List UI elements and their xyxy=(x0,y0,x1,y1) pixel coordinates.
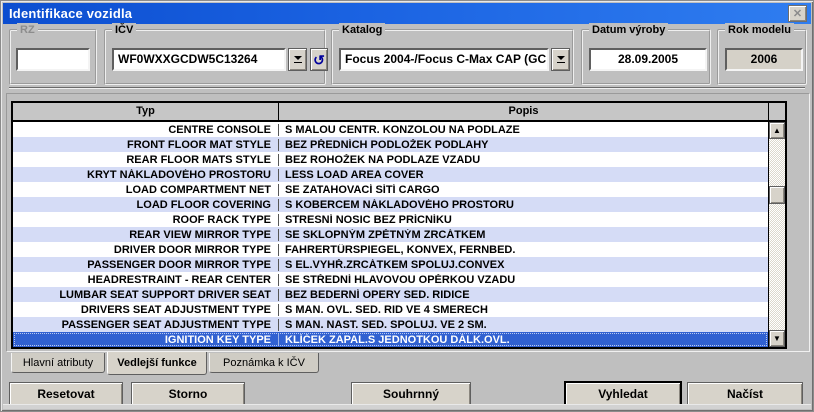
attributes-table: Typ Popis CENTRE CONSOLES MALOU CENTR. K… xyxy=(11,101,787,349)
window-title: Identifikace vozidla xyxy=(9,6,132,21)
cell-popis: S MALOU CENTR. KONZOLOU NA PODLAZE xyxy=(279,124,768,136)
icv-input[interactable]: WF0WXXGCDW5C13264 xyxy=(112,48,286,71)
cell-popis: SE STŘEDNÍ HLAVOVOU OPĚRKOU VZADU xyxy=(279,274,768,286)
cell-typ: LOAD COMPARTMENT NET xyxy=(13,184,279,196)
cell-popis: SE ZATAHOVACÍ SÍTÍ CARGO xyxy=(279,184,768,196)
table-row[interactable]: HEADRESTRAINT - REAR CENTERSE STŘEDNÍ HL… xyxy=(13,272,768,287)
cell-typ: REAR VIEW MIRROR TYPE xyxy=(13,229,279,241)
table-row[interactable]: REAR VIEW MIRROR TYPESE SKLOPNÝM ZPĚTNÝM… xyxy=(13,227,768,242)
nacist-button[interactable]: Načíst xyxy=(687,382,803,406)
souhrnny-button[interactable]: Souhrnný xyxy=(351,382,471,406)
datum-vyroby-groupbox: Datum výroby 28.09.2005 xyxy=(581,29,711,85)
table-row[interactable]: LUMBAR SEAT SUPPORT DRIVER SEATBEZ BEDER… xyxy=(13,287,768,302)
cell-popis: S MAN. NAST. SED. SPOLUJ. VE 2 SM. xyxy=(279,319,768,331)
scrollbar-thumb[interactable] xyxy=(769,186,785,204)
scroll-up-button[interactable]: ▲ xyxy=(769,122,785,139)
cell-popis: LESS LOAD AREA COVER xyxy=(279,169,768,181)
table-row[interactable]: FRONT FLOOR MAT STYLEBEZ PŘEDNÍCH PODLOŽ… xyxy=(13,137,768,152)
cell-typ: FRONT FLOOR MAT STYLE xyxy=(13,139,279,151)
title-bar[interactable]: Identifikace vozidla ✕ xyxy=(3,3,811,24)
katalog-groupbox: Katalog Focus 2004-/Focus C-Max CAP (GC xyxy=(331,29,574,85)
dropdown-underline-icon xyxy=(557,62,565,63)
cell-popis: SE SKLOPNÝM ZPĚTNÝM ZRCÁTKEM xyxy=(279,229,768,241)
separator-line xyxy=(9,87,805,89)
cell-popis: S MAN. OVL. SED. RID VE 4 SMERECH xyxy=(279,304,768,316)
datum-vyroby-label: Datum výroby xyxy=(589,23,668,37)
cell-popis: BEZ BEDERNÍ OPERY SED. RIDICE xyxy=(279,289,768,301)
table-row[interactable]: DRIVERS SEAT ADJUSTMENT TYPES MAN. OVL. … xyxy=(13,302,768,317)
close-button[interactable]: ✕ xyxy=(788,5,807,22)
katalog-combobox[interactable]: Focus 2004-/Focus C-Max CAP (GC xyxy=(339,48,549,71)
table-row[interactable]: REAR FLOOR MATS STYLEBEZ ROHOŽEK NA PODL… xyxy=(13,152,768,167)
rok-modelu-value: 2006 xyxy=(725,48,803,71)
katalog-label: Katalog xyxy=(339,23,385,37)
table-row[interactable]: KRYT NÁKLADOVÉHO PROSTORULESS LOAD AREA … xyxy=(13,167,768,182)
scroll-up-icon: ▲ xyxy=(773,126,781,135)
cell-typ: PASSENGER SEAT ADJUSTMENT TYPE xyxy=(13,319,279,331)
table-row[interactable]: PASSENGER DOOR MIRROR TYPES EL.VYHŘ.ZRCÁ… xyxy=(13,257,768,272)
cell-typ: CENTRE CONSOLE xyxy=(13,124,279,136)
katalog-dropdown-button[interactable] xyxy=(551,48,570,71)
undo-icon: ↺ xyxy=(313,53,325,67)
cell-popis: KLÍČEK ZAPAL.S JEDNOTKOU DÁLK.OVL. xyxy=(279,334,768,346)
column-header-popis[interactable]: Popis xyxy=(279,103,768,120)
tab-poznamka-k-icv[interactable]: Poznámka k IČV xyxy=(209,353,319,373)
resetovat-button[interactable]: Resetovat xyxy=(9,382,123,406)
tab-hlavni-atributy[interactable]: Hlavní atributy xyxy=(11,353,105,373)
icv-dropdown-button[interactable] xyxy=(288,48,307,71)
icv-label: IČV xyxy=(112,23,136,37)
rok-modelu-label: Rok modelu xyxy=(725,23,794,37)
close-icon: ✕ xyxy=(793,7,802,20)
cell-typ: IGNITION KEY TYPE xyxy=(13,334,279,346)
rz-groupbox: RZ xyxy=(9,29,97,85)
table-body: CENTRE CONSOLES MALOU CENTR. KONZOLOU NA… xyxy=(13,122,768,347)
cell-typ: ROOF RACK TYPE xyxy=(13,214,279,226)
cell-typ: LOAD FLOOR COVERING xyxy=(13,199,279,211)
cell-popis: STRESNÍ NOSIC BEZ PRÍCNÍKU xyxy=(279,214,768,226)
datum-vyroby-input[interactable]: 28.09.2005 xyxy=(589,48,707,71)
table-row[interactable]: LOAD COMPARTMENT NETSE ZATAHOVACÍ SÍTÍ C… xyxy=(13,182,768,197)
scroll-down-button[interactable]: ▼ xyxy=(769,330,785,347)
table-row[interactable]: LOAD FLOOR COVERINGS KOBERCEM NÁKLADOVÉH… xyxy=(13,197,768,212)
vertical-scrollbar[interactable]: ▲ ▼ xyxy=(768,122,785,347)
table-row[interactable]: ROOF RACK TYPESTRESNÍ NOSIC BEZ PRÍCNÍKU xyxy=(13,212,768,227)
cell-typ: DRIVERS SEAT ADJUSTMENT TYPE xyxy=(13,304,279,316)
table-row[interactable]: IGNITION KEY TYPEKLÍČEK ZAPAL.S JEDNOTKO… xyxy=(13,332,768,347)
cell-popis: S KOBERCEM NÁKLADOVÉHO PROSTORU xyxy=(279,199,768,211)
rz-label: RZ xyxy=(17,23,38,37)
table-row[interactable]: DRIVER DOOR MIRROR TYPEFAHRERTÜRSPIEGEL,… xyxy=(13,242,768,257)
attributes-panel: Typ Popis CENTRE CONSOLES MALOU CENTR. K… xyxy=(6,93,810,352)
cell-typ: DRIVER DOOR MIRROR TYPE xyxy=(13,244,279,256)
cell-typ: PASSENGER DOOR MIRROR TYPE xyxy=(13,259,279,271)
window-bottom-edge xyxy=(3,404,811,409)
icv-groupbox: IČV WF0WXXGCDW5C13264 ↺ xyxy=(104,29,326,85)
cell-popis: BEZ PŘEDNÍCH PODLOŽEK PODLAHY xyxy=(279,139,768,151)
rz-input[interactable] xyxy=(16,48,90,71)
cell-typ: KRYT NÁKLADOVÉHO PROSTORU xyxy=(13,169,279,181)
cell-typ: HEADRESTRAINT - REAR CENTER xyxy=(13,274,279,286)
rok-modelu-groupbox: Rok modelu 2006 xyxy=(717,29,807,85)
chevron-down-icon xyxy=(557,56,565,60)
table-row[interactable]: CENTRE CONSOLES MALOU CENTR. KONZOLOU NA… xyxy=(13,122,768,137)
cell-popis: BEZ ROHOŽEK NA PODLAZE VZADU xyxy=(279,154,768,166)
scroll-down-icon: ▼ xyxy=(773,334,781,343)
storno-button[interactable]: Storno xyxy=(131,382,245,406)
cell-popis: FAHRERTÜRSPIEGEL, KONVEX, FERNBED. xyxy=(279,244,768,256)
table-header: Typ Popis xyxy=(13,103,785,122)
tab-vedlejsi-funkce[interactable]: Vedlejší funkce xyxy=(107,352,207,375)
chevron-down-icon xyxy=(294,56,302,60)
dropdown-underline-icon xyxy=(294,62,302,63)
vehicle-identification-dialog: Identifikace vozidla ✕ RZ IČV WF0WXXGCDW… xyxy=(0,0,814,412)
cell-typ: REAR FLOOR MATS STYLE xyxy=(13,154,279,166)
table-row[interactable]: PASSENGER SEAT ADJUSTMENT TYPES MAN. NAS… xyxy=(13,317,768,332)
icv-undo-button[interactable]: ↺ xyxy=(310,48,328,71)
cell-typ: LUMBAR SEAT SUPPORT DRIVER SEAT xyxy=(13,289,279,301)
cell-popis: S EL.VYHŘ.ZRCÁTKEM SPOLUJ.CONVEX xyxy=(279,259,768,271)
column-header-typ[interactable]: Typ xyxy=(13,103,279,120)
column-header-stub xyxy=(768,103,785,120)
